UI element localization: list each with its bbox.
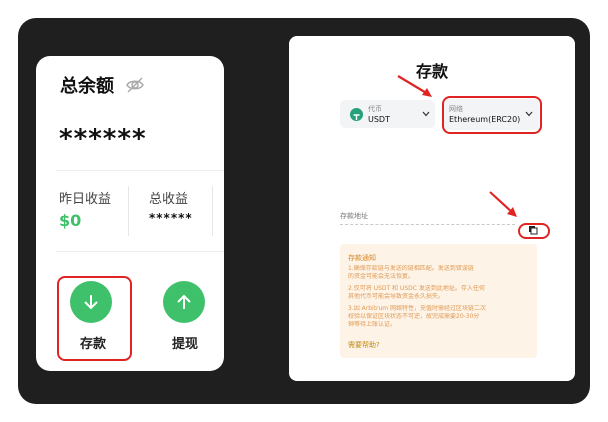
- notice-line: 的资金可能会无法恢复。: [348, 273, 415, 280]
- total-earnings-value: ******: [149, 211, 193, 225]
- copy-highlight: [518, 223, 550, 239]
- notice-line: 2.仅可将 USDT 和 USDC 发送到此地址。存入任何: [348, 285, 485, 292]
- divider: [56, 170, 224, 171]
- network-highlight: [442, 96, 542, 134]
- notice-line: 1.确保存款链与发送的链相匹配。发送到错误链: [348, 265, 474, 272]
- eye-off-icon[interactable]: [125, 75, 145, 95]
- currency-value: USDT: [368, 115, 390, 124]
- arrow-annotation: [397, 75, 432, 97]
- notice-line: 校验以保证区块状态不可逆，故完成需要20-30分: [348, 313, 480, 320]
- total-earnings-label: 总收益: [149, 192, 189, 207]
- chevron-down-icon: [422, 111, 430, 117]
- deposit-address-label: 存款地址: [340, 212, 368, 220]
- divider: [56, 251, 224, 252]
- arrow-annotation: [489, 191, 517, 217]
- deposit-highlight: [57, 276, 132, 361]
- balance-masked: ******: [59, 124, 147, 154]
- notice-line: 其他代币可能会导致资金永久损失。: [348, 293, 445, 300]
- usdt-icon: [350, 108, 363, 121]
- arrow-up-icon: [177, 294, 191, 309]
- total-balance-title: 总余额: [60, 76, 114, 97]
- deposit-notice: 存款通知 1.确保存款链与发送的链相匹配。发送到错误链 的资金可能会无法恢复。 …: [340, 244, 537, 358]
- divider: [212, 186, 213, 236]
- deposit-address-value: [340, 224, 515, 226]
- divider: [128, 186, 129, 236]
- withdraw-button[interactable]: [163, 281, 205, 323]
- notice-line: 钟等待上账认证。: [348, 321, 397, 328]
- yesterday-earnings-label: 昨日收益: [59, 192, 112, 207]
- withdraw-label: 提现: [172, 337, 199, 352]
- notice-line: 3.因 Arbitrum 网络特性，充值时需经过区块链二次: [348, 305, 487, 312]
- notice-title: 存款通知: [348, 254, 376, 262]
- currency-label: 代币: [368, 105, 382, 113]
- need-help-link[interactable]: 需要帮助?: [348, 340, 380, 350]
- yesterday-earnings-value: $0: [59, 211, 82, 230]
- currency-select[interactable]: 代币 USDT: [340, 100, 435, 128]
